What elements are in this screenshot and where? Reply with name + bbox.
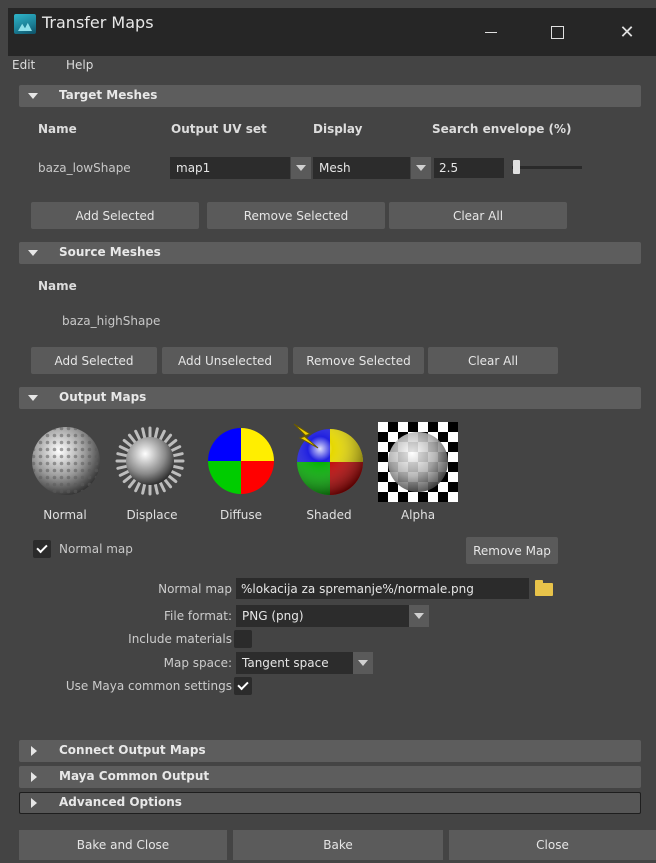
- maya-icon: [14, 14, 36, 34]
- display-value: Mesh: [319, 161, 351, 175]
- map-space-label: Map space:: [163, 656, 232, 670]
- map-label-displace: Displace: [126, 508, 178, 522]
- expand-arrow-icon: [28, 93, 38, 99]
- collapse-arrow-icon: [31, 746, 37, 756]
- maximize-icon: [550, 25, 564, 39]
- file-format-dropdown-arrow[interactable]: [409, 605, 429, 627]
- chevron-down-icon: [358, 660, 368, 666]
- section-maya-common-output-header[interactable]: Maya Common Output: [19, 766, 641, 788]
- remove-map-button[interactable]: Remove Map: [466, 537, 558, 564]
- uv-set-dropdown[interactable]: map1: [170, 157, 290, 179]
- normal-map-path-label: Normal map: [158, 582, 232, 596]
- diffuse-map-icon[interactable]: [207, 427, 275, 495]
- normal-map-path-field[interactable]: %lokacija za spremanje%/normale.png: [236, 578, 529, 599]
- column-name: Name: [38, 122, 77, 136]
- display-dropdown[interactable]: Mesh: [313, 157, 410, 179]
- uv-set-value: map1: [176, 161, 211, 175]
- menu-help[interactable]: Help: [66, 58, 93, 72]
- minimize-button[interactable]: [462, 8, 520, 56]
- file-format-label: File format:: [164, 609, 232, 623]
- minimize-icon: [485, 31, 497, 33]
- include-materials-checkbox[interactable]: [234, 630, 252, 648]
- use-maya-common-checkbox[interactable]: [234, 677, 252, 695]
- displace-map-icon[interactable]: [114, 425, 186, 497]
- menu-bar: [8, 56, 656, 78]
- search-envelope-value: 2.5: [439, 161, 459, 175]
- close-icon: ✕: [619, 21, 635, 43]
- expand-arrow-icon: [28, 250, 38, 256]
- section-connect-output-maps-label: Connect Output Maps: [59, 743, 206, 757]
- close-window-button[interactable]: ✕: [598, 8, 656, 56]
- section-connect-output-maps-header[interactable]: Connect Output Maps: [19, 740, 641, 762]
- uv-set-dropdown-arrow[interactable]: [291, 157, 311, 179]
- map-space-value: Tangent space: [242, 656, 329, 670]
- checkmark-icon: [36, 541, 48, 554]
- folder-icon[interactable]: [535, 580, 553, 596]
- target-remove-selected-button[interactable]: Remove Selected: [207, 202, 385, 229]
- section-maya-common-output-label: Maya Common Output: [59, 769, 210, 783]
- map-space-dropdown[interactable]: Tangent space: [236, 652, 353, 674]
- use-maya-common-label: Use Maya common settings: [65, 679, 232, 693]
- chevron-down-icon: [416, 165, 426, 171]
- include-materials-label: Include materials: [128, 632, 232, 646]
- section-source-meshes-label: Source Meshes: [59, 245, 161, 259]
- normal-map-path-value: %lokacija za spremanje%/normale.png: [241, 581, 474, 596]
- bake-button[interactable]: Bake: [233, 830, 443, 860]
- column-output-uv-set: Output UV set: [171, 122, 267, 136]
- menu-edit[interactable]: Edit: [12, 58, 35, 72]
- target-add-selected-button[interactable]: Add Selected: [31, 202, 199, 229]
- alpha-map-icon[interactable]: [378, 422, 458, 502]
- section-source-meshes-header[interactable]: Source Meshes: [19, 242, 641, 264]
- shaded-map-icon[interactable]: [290, 420, 366, 496]
- normal-map-icon[interactable]: [30, 425, 102, 497]
- search-envelope-slider-handle[interactable]: [513, 160, 521, 174]
- search-envelope-slider[interactable]: [512, 166, 582, 169]
- normal-map-checkbox[interactable]: [33, 540, 51, 558]
- map-label-diffuse: Diffuse: [219, 508, 263, 522]
- section-target-meshes-label: Target Meshes: [59, 88, 158, 102]
- source-add-unselected-button[interactable]: Add Unselected: [162, 347, 288, 374]
- checkmark-icon: [237, 678, 249, 691]
- source-clear-all-button[interactable]: Clear All: [428, 347, 558, 374]
- map-label-shaded: Shaded: [306, 508, 352, 522]
- source-mesh-name[interactable]: baza_highShape: [62, 314, 160, 328]
- display-dropdown-arrow[interactable]: [411, 157, 431, 179]
- collapse-arrow-icon: [31, 772, 37, 782]
- source-remove-selected-button[interactable]: Remove Selected: [293, 347, 424, 374]
- file-format-dropdown[interactable]: PNG (png): [236, 605, 409, 627]
- section-advanced-options-header[interactable]: Advanced Options: [19, 792, 641, 814]
- map-label-alpha: Alpha: [400, 508, 436, 522]
- column-display: Display: [313, 122, 363, 136]
- map-label-normal: Normal: [43, 508, 87, 522]
- source-column-name: Name: [38, 279, 77, 293]
- column-search-envelope: Search envelope (%): [432, 122, 572, 136]
- section-advanced-options-label: Advanced Options: [59, 795, 182, 809]
- chevron-down-icon: [296, 165, 306, 171]
- file-format-value: PNG (png): [242, 609, 304, 623]
- maximize-button[interactable]: [528, 8, 586, 56]
- close-button[interactable]: Close: [449, 830, 656, 860]
- chevron-down-icon: [414, 613, 424, 619]
- target-mesh-name[interactable]: baza_lowShape: [38, 161, 131, 175]
- window-title: Transfer Maps: [42, 13, 154, 32]
- section-output-maps-label: Output Maps: [59, 390, 147, 404]
- section-target-meshes-header[interactable]: Target Meshes: [19, 85, 641, 107]
- normal-map-toggle-label: Normal map: [59, 542, 133, 556]
- target-clear-all-button[interactable]: Clear All: [389, 202, 567, 229]
- section-output-maps-header[interactable]: Output Maps: [19, 387, 641, 409]
- source-add-selected-button[interactable]: Add Selected: [31, 347, 157, 374]
- bake-and-close-button[interactable]: Bake and Close: [19, 830, 227, 860]
- search-envelope-field[interactable]: 2.5: [434, 158, 504, 178]
- collapse-arrow-icon: [31, 798, 37, 808]
- map-space-dropdown-arrow[interactable]: [353, 652, 373, 674]
- expand-arrow-icon: [28, 395, 38, 401]
